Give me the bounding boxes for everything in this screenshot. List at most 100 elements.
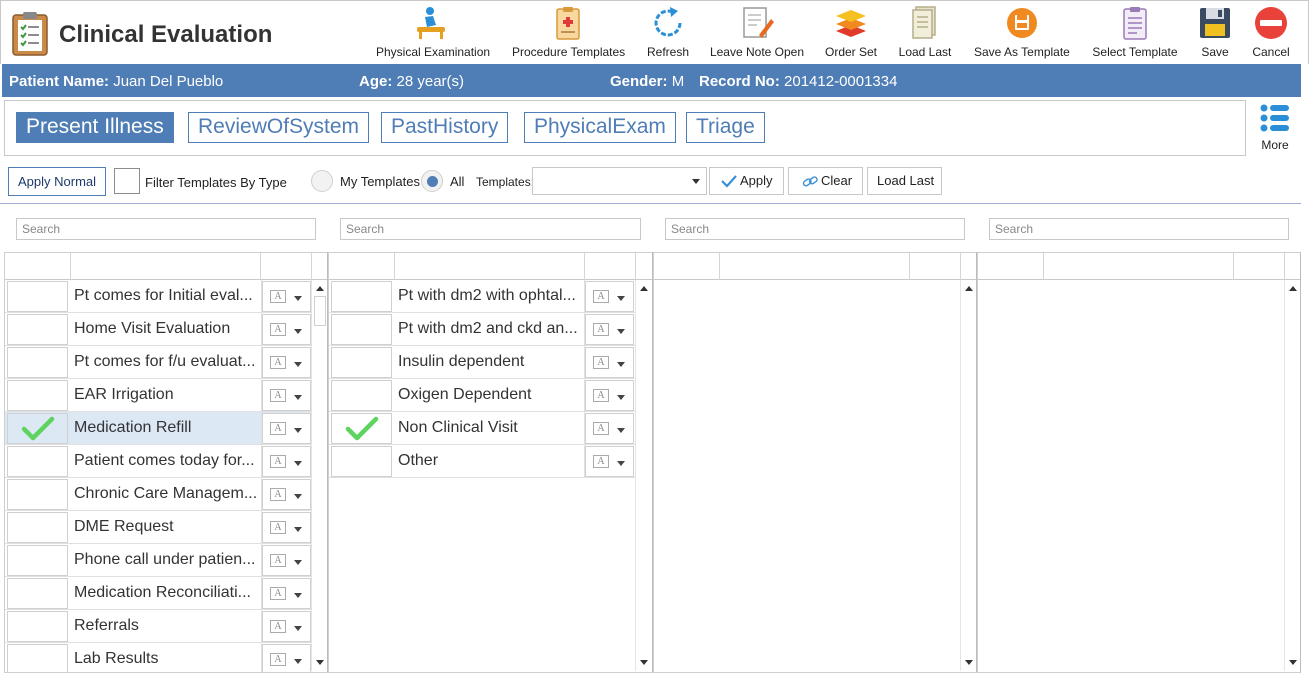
row-checkbox[interactable] <box>7 413 68 444</box>
refresh-button[interactable]: Refresh <box>646 5 690 63</box>
text-style-dropdown[interactable]: A <box>585 347 634 378</box>
row-checkbox[interactable] <box>331 314 392 345</box>
patient-name-value: Juan Del Pueblo <box>113 73 224 90</box>
row-checkbox[interactable] <box>331 380 392 411</box>
text-style-dropdown[interactable]: A <box>262 314 311 345</box>
order-set-button[interactable]: Order Set <box>823 5 879 63</box>
tab-past-history[interactable]: PastHistory <box>381 112 509 143</box>
list-item[interactable]: Pt comes for f/u evaluat... A <box>5 346 311 379</box>
scroll-down-icon[interactable] <box>640 660 648 665</box>
row-checkbox[interactable] <box>7 314 68 345</box>
list-item-label: Referrals <box>74 617 139 634</box>
row-checkbox[interactable] <box>331 413 392 444</box>
text-style-dropdown[interactable]: A <box>262 479 311 510</box>
tab-review-of-system[interactable]: ReviewOfSystem <box>188 112 370 143</box>
tab-physical-exam[interactable]: PhysicalExam <box>524 112 676 143</box>
list-item[interactable]: DME Request A <box>5 511 311 544</box>
all-radio[interactable] <box>421 170 443 192</box>
patient-name: Patient Name: Juan Del Pueblo <box>9 73 223 90</box>
save-as-template-button[interactable]: Save As Template <box>974 5 1070 63</box>
list-item[interactable]: EAR Irrigation A <box>5 379 311 412</box>
list-item[interactable]: Insulin dependent A <box>329 346 635 379</box>
load-last-filter-button[interactable]: Load Last <box>867 167 942 195</box>
text-style-dropdown[interactable]: A <box>585 380 634 411</box>
row-checkbox[interactable] <box>7 644 68 672</box>
scroll-up-icon[interactable] <box>1289 286 1297 291</box>
apply-button[interactable]: Apply <box>709 167 784 195</box>
procedure-templates-button[interactable]: Procedure Templates <box>512 5 625 63</box>
row-checkbox[interactable] <box>7 281 68 312</box>
scrollbar[interactable] <box>311 280 327 671</box>
row-checkbox[interactable] <box>7 512 68 543</box>
row-checkbox[interactable] <box>331 446 392 477</box>
more-button[interactable]: More <box>1255 102 1295 152</box>
list-item[interactable]: Lab Results A <box>5 643 311 672</box>
text-style-dropdown[interactable]: A <box>262 545 311 576</box>
list-item[interactable]: Oxigen Dependent A <box>329 379 635 412</box>
text-style-dropdown[interactable]: A <box>585 446 634 477</box>
tab-present-illness[interactable]: Present Illness <box>16 112 174 143</box>
text-style-dropdown[interactable]: A <box>262 347 311 378</box>
list-item[interactable]: Non Clinical Visit A <box>329 412 635 445</box>
text-style-dropdown[interactable]: A <box>262 446 311 477</box>
leave-note-open-icon <box>743 7 774 38</box>
row-checkbox[interactable] <box>7 545 68 576</box>
scroll-thumb[interactable] <box>314 296 326 326</box>
apply-normal-button[interactable]: Apply Normal <box>8 167 107 196</box>
scroll-up-icon[interactable] <box>316 286 324 291</box>
search-input-col4[interactable] <box>989 218 1289 240</box>
physical-examination-button[interactable]: Physical Examination <box>376 5 490 63</box>
row-checkbox[interactable] <box>7 479 68 510</box>
text-style-dropdown[interactable]: A <box>262 611 311 642</box>
list-item[interactable]: Other A <box>329 445 635 478</box>
list-item[interactable]: Referrals A <box>5 610 311 643</box>
list-item[interactable]: Medication Reconciliati... A <box>5 577 311 610</box>
text-style-dropdown[interactable]: A <box>262 578 311 609</box>
list-item[interactable]: Home Visit Evaluation A <box>5 313 311 346</box>
row-checkbox[interactable] <box>7 446 68 477</box>
text-style-dropdown[interactable]: A <box>262 512 311 543</box>
list-item[interactable]: Chronic Care Managem... A <box>5 478 311 511</box>
row-checkbox[interactable] <box>7 380 68 411</box>
text-style-dropdown[interactable]: A <box>585 413 634 444</box>
row-checkbox[interactable] <box>7 611 68 642</box>
text-style-dropdown[interactable]: A <box>585 314 634 345</box>
text-style-dropdown[interactable]: A <box>262 380 311 411</box>
list-item[interactable]: Pt comes for Initial eval... A <box>5 280 311 313</box>
templates-select[interactable] <box>532 167 707 195</box>
filter-by-type-label: Filter Templates By Type <box>145 175 287 190</box>
filter-by-type-checkbox[interactable] <box>114 168 140 194</box>
search-input-col2[interactable] <box>340 218 641 240</box>
list-item[interactable]: Patient comes today for... A <box>5 445 311 478</box>
cancel-button[interactable]: Cancel <box>1251 5 1291 63</box>
scrollbar[interactable] <box>635 280 652 671</box>
select-template-button[interactable]: Select Template <box>1092 5 1178 63</box>
load-last-button[interactable]: Load Last <box>898 5 952 63</box>
scrollbar[interactable] <box>960 280 976 671</box>
text-style-dropdown[interactable]: A <box>262 644 311 672</box>
scroll-up-icon[interactable] <box>965 286 973 291</box>
row-checkbox[interactable] <box>331 281 392 312</box>
my-templates-radio[interactable] <box>311 170 333 192</box>
list-item[interactable]: Medication Refill A <box>5 412 311 445</box>
scroll-down-icon[interactable] <box>965 660 973 665</box>
row-checkbox[interactable] <box>7 578 68 609</box>
scrollbar[interactable] <box>1284 280 1300 671</box>
list-item[interactable]: Pt with dm2 with ophtal... A <box>329 280 635 313</box>
leave-note-open-button[interactable]: Leave Note Open <box>709 5 805 63</box>
text-style-dropdown[interactable]: A <box>262 281 311 312</box>
text-style-dropdown[interactable]: A <box>585 281 634 312</box>
row-checkbox[interactable] <box>7 347 68 378</box>
clear-button[interactable]: Clear <box>788 167 863 195</box>
list-item[interactable]: Pt with dm2 and ckd an... A <box>329 313 635 346</box>
search-input-col3[interactable] <box>665 218 965 240</box>
save-button[interactable]: Save <box>1197 5 1233 63</box>
tab-triage[interactable]: Triage <box>686 112 765 143</box>
list-item[interactable]: Phone call under patien... A <box>5 544 311 577</box>
row-checkbox[interactable] <box>331 347 392 378</box>
search-input-col1[interactable] <box>16 218 316 240</box>
text-style-dropdown[interactable]: A <box>262 413 311 444</box>
scroll-down-icon[interactable] <box>316 660 324 665</box>
scroll-down-icon[interactable] <box>1289 660 1297 665</box>
scroll-up-icon[interactable] <box>640 286 648 291</box>
